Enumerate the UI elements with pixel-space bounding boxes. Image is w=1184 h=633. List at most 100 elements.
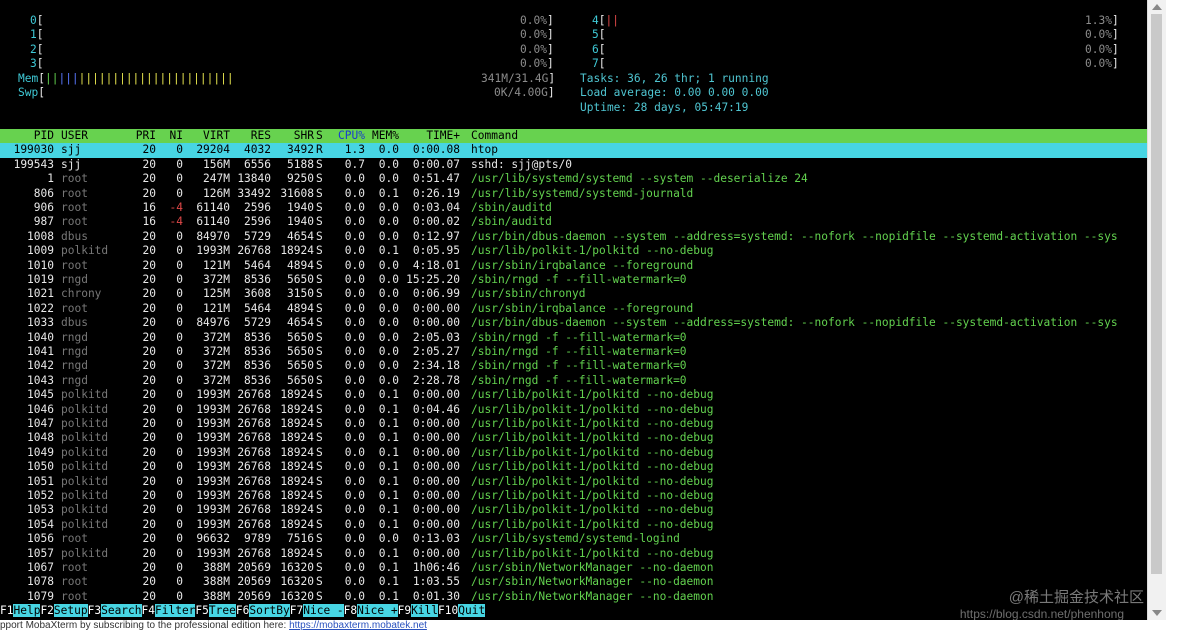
process-row[interactable]: 1052 polkitd 20 0 1993M 26768 18924 S 0.0 0.1 0:00… — [0, 489, 1166, 503]
vertical-scrollbar[interactable] — [1147, 0, 1166, 620]
process-row[interactable]: 1054 polkitd 20 0 1993M 26768 18924 S 0.0 0.1 0:00… — [0, 518, 1166, 532]
process-row[interactable]: 1049 polkitd 20 0 1993M 26768 18924 S 0.0 0.1 0:00… — [0, 446, 1166, 460]
column-header-time[interactable]: TIME+ — [400, 129, 460, 143]
column-header-ni[interactable]: NI — [156, 129, 183, 143]
column-header-cpu[interactable]: CPU% — [331, 129, 365, 143]
process-row[interactable]: 806 root 20 0 126M 33492 31608 S 0.0 0.1 0:26.19/u… — [0, 187, 1166, 201]
process-row[interactable]: 1010 root 20 0 121M 5464 4894 S 0.0 0.0 4:18.01/us… — [0, 259, 1166, 273]
column-header-shr[interactable]: SHR — [271, 129, 314, 143]
column-header-user[interactable]: USER — [61, 129, 121, 143]
fkey-label-nice[interactable]: Nice + — [357, 604, 398, 617]
process-row[interactable]: 1041 rngd 20 0 372M 8536 5650 S 0.0 0.0 2:05.27/sb… — [0, 345, 1166, 359]
process-row[interactable]: 1057 polkitd 20 0 1993M 26768 18924 S 0.0 0.1 0:00… — [0, 547, 1166, 561]
meter-open-bracket: [ — [598, 42, 606, 56]
cell-cpu: 0.0 — [344, 489, 365, 502]
fkey-f9[interactable]: F9 — [397, 604, 412, 617]
process-row[interactable]: 1009 polkitd 20 0 1993M 26768 18924 S 0.0 0.1 0:05… — [0, 244, 1166, 258]
fkey-label-quit[interactable]: Quit — [458, 604, 486, 617]
process-row[interactable]: 1042 rngd 20 0 372M 8536 5650 S 0.0 0.0 2:34.18/sb… — [0, 359, 1166, 373]
process-row[interactable]: 1051 polkitd 20 0 1993M 26768 18924 S 0.0 0.1 0:00… — [0, 475, 1166, 489]
cell-ni: 0 — [176, 431, 183, 445]
process-row[interactable]: 1021 chrony 20 0 125M 3608 3150 S 0.0 0.0 0:06.99 /… — [0, 287, 1166, 301]
process-row[interactable]: 1045 polkitd 20 0 1993M 26768 18924 S 0.0 0.1 0:00… — [0, 388, 1166, 402]
process-row[interactable]: 1078 root 20 0 388M 20569 16320 S 0.0 0.1 1:03.55 /… — [0, 575, 1166, 589]
cell-shr: 18924 — [280, 517, 314, 531]
cell-pid: 1009 — [27, 244, 54, 258]
fkey-f6[interactable]: F6 — [235, 604, 250, 617]
process-row[interactable]: 1053 polkitd 20 0 1993M 26768 18924 S 0.0 0.1 0:00… — [0, 503, 1166, 517]
cell-res: 26768 — [237, 445, 271, 459]
meter-open-bracket: [ — [598, 57, 606, 71]
cell-cpu: 0.0 — [344, 359, 365, 373]
fkey-label-search[interactable]: Search — [101, 604, 142, 617]
fkey-label-kill[interactable]: Kill — [411, 604, 439, 617]
cell-pri: 20 — [142, 244, 156, 258]
fkey-f7[interactable]: F7 — [289, 604, 304, 617]
process-row[interactable]: 1043 rngd 20 0 372M 8536 5650 S 0.0 0.0 2:28.78/sb… — [0, 374, 1166, 388]
process-row[interactable]: 1033 dbus 20 0 84976 5729 4654 S 0.0 0.0 0:00.00/u… — [0, 316, 1166, 330]
process-table-header[interactable]: PID USER PRI NI VIRT RES SHR S CPU% MEM% TIME+ Comm… — [0, 129, 1166, 144]
cell-res: 5729 — [244, 316, 271, 330]
process-row[interactable]: 1048 polkitd 20 0 1993M 26768 18924 S 0.0 0.1 0:00… — [0, 431, 1166, 445]
fkey-f5[interactable]: F5 — [195, 604, 209, 617]
cell-virt: 125M — [203, 287, 230, 301]
process-row[interactable]: 1019 rngd 20 0 372M 8536 5650 S 0.0 0.0 15:25.20/s… — [0, 273, 1166, 287]
cell-shr: 9250 — [287, 172, 314, 186]
fkey-f1[interactable]: F1 — [0, 604, 14, 617]
cpu-percent-value: 0.0% — [520, 14, 547, 27]
process-row[interactable]: 1047 polkitd 20 0 1993M 26768 18924 S 0.0 0.1 0:00… — [0, 417, 1166, 431]
fkey-label-setup[interactable]: Setup — [53, 604, 88, 617]
cell-ni: 0 — [176, 546, 183, 560]
fkey-f3[interactable]: F3 — [87, 604, 102, 617]
cell-ni: 0 — [176, 589, 183, 603]
fkey-f10[interactable]: F10 — [438, 604, 459, 617]
cell-s: S — [316, 417, 323, 430]
column-header-res[interactable]: RES — [230, 129, 271, 143]
cell-virt: 388M — [203, 561, 230, 574]
fkey-label-sortby[interactable]: SortBy — [249, 604, 290, 617]
process-row[interactable]: 906 root 16 -4 61140 2596 1940 S 0.0 0.0 0:03.04/s… — [0, 201, 1166, 215]
cell-command: /usr/lib/polkit-1/polkitd --no-debug — [471, 402, 714, 416]
fkey-f4[interactable]: F4 — [141, 604, 155, 617]
process-row[interactable]: 199543 sjj 20 0 156M 6556 5188 S 0.7 0.0 0:00.07 ss… — [0, 158, 1166, 172]
process-row[interactable]: 1050 polkitd 20 0 1993M 26768 18924 S 0.0 0.1 0:00… — [0, 460, 1166, 474]
column-header-command[interactable]: Command — [471, 129, 1166, 143]
process-row[interactable]: 1022 root 20 0 121M 5464 4894 S 0.0 0.0 0:00.00/us… — [0, 302, 1166, 316]
column-header-mem[interactable]: MEM% — [365, 129, 399, 143]
cell-mem: 0.0 — [378, 532, 399, 546]
column-header-pid[interactable]: PID — [0, 129, 54, 143]
cell-cpu: 1.3 — [344, 143, 365, 157]
process-row[interactable]: 1067 root 20 0 388M 20569 16320 S 0.0 0.1 1h06:46 /… — [0, 561, 1166, 575]
fkey-label-filter[interactable]: Filter — [155, 604, 196, 617]
cell-pri: 20 — [142, 546, 156, 560]
cell-mem: 0.0 — [378, 215, 399, 229]
cell-pid: 1050 — [27, 460, 54, 474]
fkey-label-help[interactable]: Help — [13, 604, 41, 617]
fkey-f8[interactable]: F8 — [343, 604, 358, 617]
fkey-label-nice[interactable]: Nice - — [303, 604, 344, 617]
process-row[interactable]: 1079 root 20 0 388M 20569 16320 S 0.0 0.1 0:01.30/… — [0, 590, 1166, 604]
scroll-thumb[interactable] — [1151, 14, 1162, 574]
process-row[interactable]: 1040 rngd 20 0 372M 8536 5650 S 0.0 0.0 2:05.03/sb… — [0, 331, 1166, 345]
fkey-label-tree[interactable]: Tree — [208, 604, 236, 617]
cpu-id: 6 — [592, 42, 599, 56]
column-header-pri[interactable]: PRI — [121, 129, 156, 143]
column-header-virt[interactable]: VIRT — [183, 129, 230, 143]
process-row[interactable]: 1056 root 20 0 96632 9789 7516 S 0.0 0.0 0:13.03/u… — [0, 532, 1166, 546]
scroll-down-icon[interactable] — [1152, 610, 1162, 616]
scroll-up-icon[interactable] — [1152, 4, 1162, 10]
column-header-s[interactable]: S — [316, 129, 328, 143]
process-row[interactable]: 987 root 16 -4 61140 2596 1940 S 0.0 0.0 0:00.02/s… — [0, 215, 1166, 229]
terminal-window[interactable]: 0[0.0%] 1[0.0%] 2[0.0%] 3[0.0%] 4[|| 1.3%] 5[0… — [0, 0, 1166, 620]
cell-cpu: 0.0 — [344, 575, 365, 589]
cell-mem: 0.0 — [378, 258, 399, 272]
banner-link[interactable]: https://mobaxterm.mobatek.net — [289, 620, 427, 631]
process-row[interactable]: 1008 dbus 20 0 84970 5729 4654 S 0.0 0.0 0:12.97/u… — [0, 230, 1166, 244]
cell-virt: 372M — [203, 273, 230, 286]
cell-virt: 61140 — [196, 215, 230, 229]
process-row[interactable]: 199030 sjj 20 0 29204 4032 3492 R 1.3 0.0 0:00.08 h… — [0, 143, 1166, 157]
process-row[interactable]: 1046 polkitd 20 0 1993M 26768 18924 S 0.0 0.1 0:04… — [0, 403, 1166, 417]
process-row[interactable]: 1 root 20 0 247M 13840 9250 S 0.0 0.0 0:51.47/usr/… — [0, 172, 1166, 186]
cell-pid: 1047 — [27, 417, 54, 430]
fkey-f2[interactable]: F2 — [40, 604, 54, 617]
